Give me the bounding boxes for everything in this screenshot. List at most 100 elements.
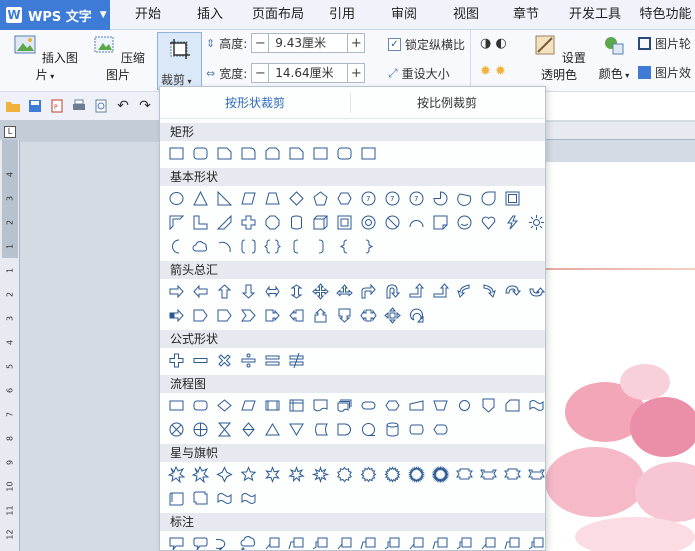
tab-stop-icon[interactable]: L — [4, 126, 16, 138]
shape-ribbon[interactable] — [500, 463, 524, 485]
shape-cLine3[interactable] — [452, 532, 476, 550]
shape-cLine3[interactable] — [380, 532, 404, 550]
shape-trap[interactable] — [260, 187, 284, 209]
shape-bolt[interactable] — [500, 211, 524, 233]
height-decrease-button[interactable]: − — [251, 33, 270, 53]
width-decrease-button[interactable]: − — [251, 63, 270, 83]
shape-num[interactable]: 7 — [380, 187, 404, 209]
shape-aCurvU[interactable] — [500, 280, 524, 302]
shape-flManIn[interactable] — [404, 394, 428, 416]
shape-fDiv[interactable] — [236, 349, 260, 371]
rose-picture[interactable] — [545, 162, 695, 551]
shape-hex[interactable] — [332, 187, 356, 209]
crop-button[interactable]: 裁剪 ▾ — [157, 32, 202, 90]
shape-rbrack[interactable] — [308, 235, 332, 257]
shape-dbrack[interactable] — [236, 235, 260, 257]
shape-lbrack[interactable] — [284, 235, 308, 257]
shape-cLine3[interactable] — [524, 532, 545, 550]
pdf-icon[interactable]: P — [48, 97, 66, 115]
shape-cRect[interactable] — [164, 532, 188, 550]
shape-fNeq[interactable] — [284, 349, 308, 371]
shape-flMulti[interactable] — [332, 394, 356, 416]
shape-num[interactable]: 7 — [404, 187, 428, 209]
shape-heart[interactable] — [476, 211, 500, 233]
tab-insert[interactable]: 插入 — [188, 0, 232, 30]
shape-aBentUp[interactable] — [428, 280, 452, 302]
shape-aCallU[interactable] — [308, 304, 332, 326]
shape-diag[interactable] — [212, 211, 236, 233]
shape-ribbon2[interactable] — [524, 463, 545, 485]
shape-rtri[interactable] — [212, 187, 236, 209]
shape-rbrace[interactable] — [356, 235, 380, 257]
shape-aPent[interactable] — [188, 304, 212, 326]
shape-aCurvR[interactable] — [476, 280, 500, 302]
shape-aU[interactable] — [212, 280, 236, 302]
shape-flProc[interactable] — [164, 394, 188, 416]
shape-frame[interactable] — [500, 187, 524, 209]
shape-aBent[interactable] — [356, 280, 380, 302]
shape-rect[interactable] — [356, 142, 380, 164]
shape-flOff[interactable] — [476, 394, 500, 416]
shape-lbrace[interactable] — [332, 235, 356, 257]
shape-donut[interactable] — [356, 211, 380, 233]
tab-special[interactable]: 特色功能 — [636, 0, 695, 30]
shape-fMinus[interactable] — [188, 349, 212, 371]
shape-nosym[interactable] — [380, 211, 404, 233]
shape-flAlt[interactable] — [188, 394, 212, 416]
shape-aUD[interactable] — [284, 280, 308, 302]
shape-flSort[interactable] — [236, 418, 260, 440]
brightness-icon[interactable]: ✹ ✹ — [480, 64, 506, 79]
shape-rect[interactable] — [164, 142, 188, 164]
shape-cLine3[interactable] — [308, 532, 332, 550]
shape-flDisp[interactable] — [428, 418, 452, 440]
shape-pie[interactable] — [428, 187, 452, 209]
shape-aStripe[interactable] — [164, 304, 188, 326]
shape-cLine[interactable] — [332, 532, 356, 550]
shape-flStor[interactable] — [308, 418, 332, 440]
shape-cloud[interactable] — [188, 235, 212, 257]
height-increase-button[interactable]: + — [347, 33, 366, 53]
shape-flTape[interactable] — [524, 394, 545, 416]
shape-plus[interactable] — [236, 211, 260, 233]
shape-dbrace[interactable] — [260, 235, 284, 257]
shape-wave[interactable] — [236, 487, 260, 509]
shape-flData[interactable] — [236, 394, 260, 416]
shape-a3[interactable] — [332, 280, 356, 302]
shape-cLine[interactable] — [260, 532, 284, 550]
print-preview-icon[interactable] — [92, 97, 110, 115]
shape-snip[interactable] — [212, 142, 236, 164]
shape-aUturn[interactable] — [380, 280, 404, 302]
shape-star10[interactable] — [332, 463, 356, 485]
shape-chord[interactable] — [452, 187, 476, 209]
shape-star6[interactable] — [260, 463, 284, 485]
shape-ribbon2[interactable] — [476, 463, 500, 485]
shape-star7[interactable] — [284, 463, 308, 485]
shape-aPent[interactable] — [212, 304, 236, 326]
tab-view[interactable]: 视图 — [446, 0, 486, 30]
insert-picture-button[interactable]: 插入图片 ▾ — [10, 34, 80, 83]
width-input[interactable]: 14.64厘米 — [269, 63, 348, 83]
shape-aCallR[interactable] — [260, 304, 284, 326]
shape-ellipse[interactable] — [164, 187, 188, 209]
compress-picture-button[interactable]: 压缩图片 — [88, 34, 148, 83]
shape-star16[interactable] — [380, 463, 404, 485]
shape-cLine[interactable] — [404, 532, 428, 550]
width-increase-button[interactable]: + — [347, 63, 366, 83]
shape-cLine2[interactable] — [284, 532, 308, 550]
shape-arcL[interactable] — [212, 235, 236, 257]
shape-star8[interactable] — [308, 463, 332, 485]
picture-outline-button[interactable]: 图片轮 — [638, 35, 691, 52]
print-icon[interactable] — [70, 97, 88, 115]
shape-cLine2[interactable] — [428, 532, 452, 550]
redo-icon[interactable]: ↷ — [136, 97, 154, 115]
shape-cCloud[interactable] — [236, 532, 260, 550]
shape-aD[interactable] — [236, 280, 260, 302]
tab-crop-by-shape[interactable]: 按形状裁剪 — [160, 87, 350, 119]
shape-num[interactable]: 7 — [356, 187, 380, 209]
shape-flDirect[interactable] — [404, 418, 428, 440]
color-button[interactable]: 颜色 ▾ — [594, 34, 634, 82]
picture-effect-button[interactable]: 图片效 — [638, 64, 691, 81]
shape-lshape[interactable] — [188, 211, 212, 233]
shape-flSeq[interactable] — [356, 418, 380, 440]
shape-cOval[interactable] — [212, 532, 236, 550]
